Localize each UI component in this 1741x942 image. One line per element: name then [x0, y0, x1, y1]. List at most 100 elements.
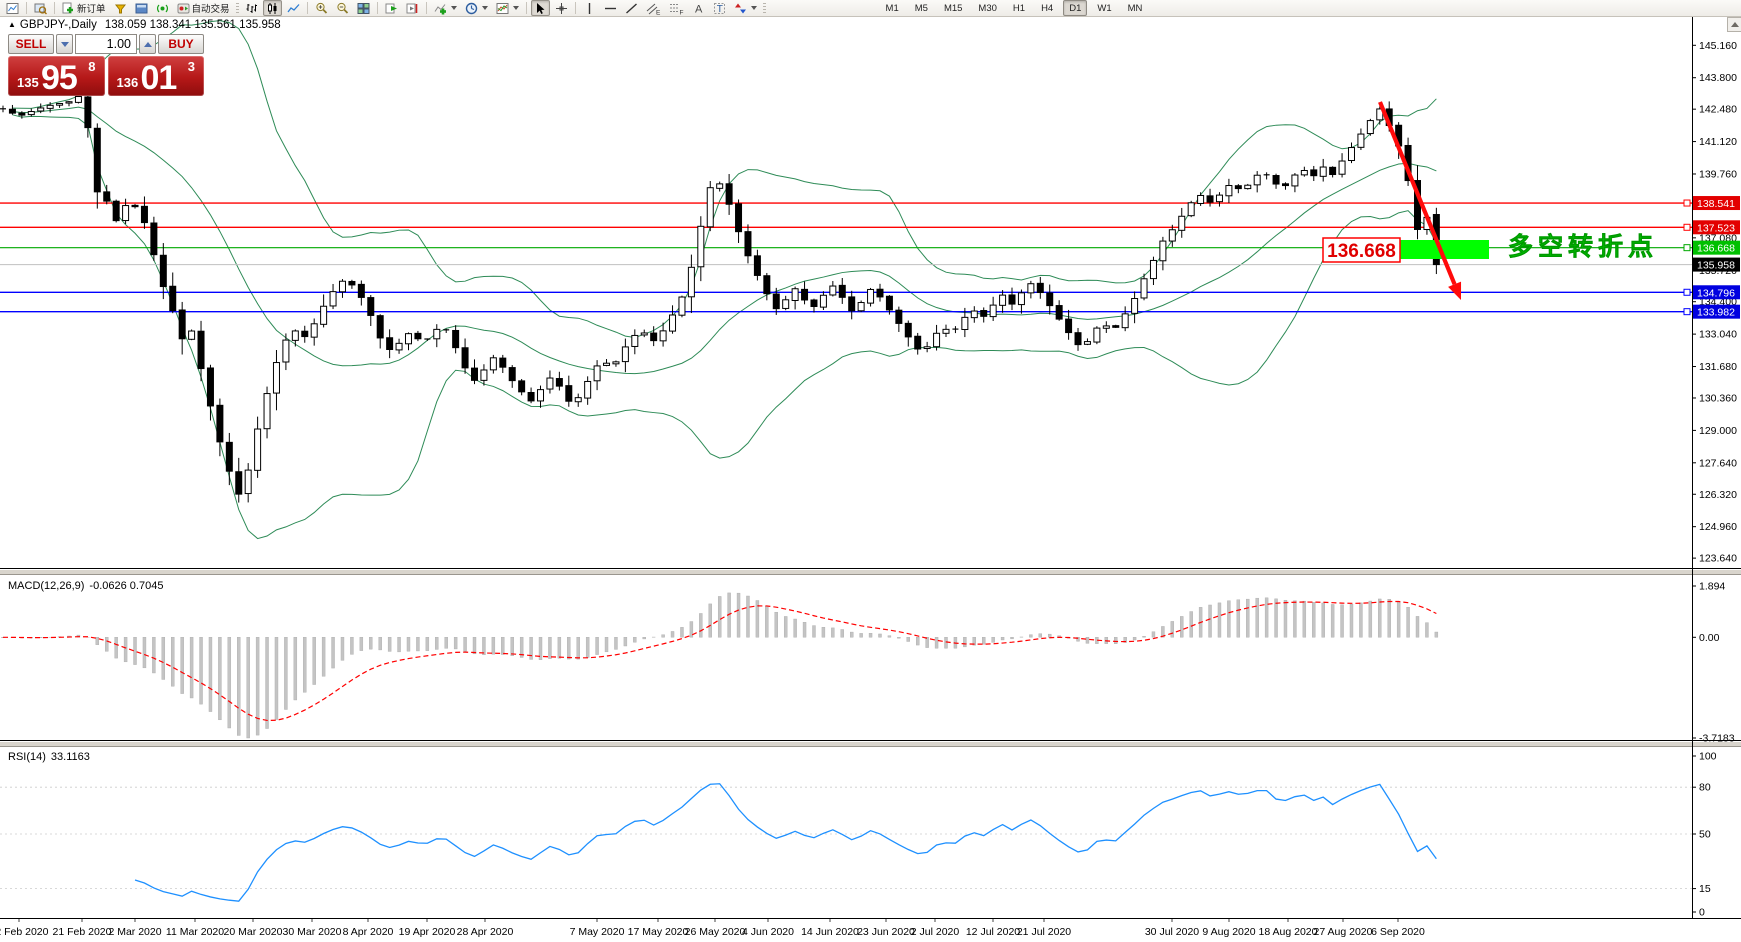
new-chart-button[interactable] [3, 0, 22, 16]
buy-button[interactable]: BUY [158, 34, 204, 54]
candle-down [1330, 167, 1336, 174]
macd-histogram-bar [963, 637, 966, 647]
line-chart-icon[interactable] [284, 0, 303, 16]
crosshair-icon[interactable] [552, 0, 571, 16]
line-anchor-marker[interactable] [1684, 289, 1690, 295]
macd-histogram-bar [1293, 601, 1296, 638]
line-anchor-marker[interactable] [1684, 200, 1690, 206]
collapse-marker-icon[interactable]: ▲ [8, 20, 16, 29]
terminal-icon[interactable] [132, 0, 151, 16]
candle-down [849, 297, 855, 311]
macd-histogram-bar [1350, 604, 1353, 637]
rsi-line [135, 784, 1436, 901]
cursor-icon[interactable] [531, 0, 550, 16]
candle-up [405, 334, 411, 344]
macd-histogram-bar [709, 604, 712, 637]
chart-shift-icon[interactable] [403, 0, 422, 16]
candle-up [189, 331, 195, 339]
date-tick-label: 21 Jul 2020 [1017, 926, 1071, 938]
channel-icon[interactable]: E [643, 0, 664, 16]
fibonacci-icon[interactable]: F [666, 0, 687, 16]
bar-chart-icon[interactable] [242, 0, 261, 16]
periods-icon[interactable] [462, 0, 491, 16]
tile-windows-icon[interactable] [354, 0, 373, 16]
timeframe-h1[interactable]: H1 [1007, 0, 1031, 16]
macd-histogram-bar [596, 637, 599, 654]
candlestick-chart-icon[interactable] [263, 0, 282, 16]
scroll-up-button[interactable] [1727, 17, 1741, 32]
new-order-button[interactable]: 新订单 [59, 0, 109, 16]
sell-price-big: 95 [41, 59, 77, 98]
rsi-pane [0, 784, 1692, 901]
arrows-icon[interactable] [731, 0, 760, 16]
auto-scroll-icon[interactable] [382, 0, 401, 16]
macd-histogram-bar [558, 637, 561, 658]
buy-price-button[interactable]: 136 01 3 [108, 56, 205, 96]
volume-up-button[interactable] [139, 34, 156, 54]
date-tick-label: 4 Jun 2020 [742, 926, 794, 938]
macd-histogram-bar [803, 622, 806, 637]
candle-up [1226, 186, 1232, 196]
timeframe-d1[interactable]: D1 [1063, 0, 1087, 16]
profiles-icon[interactable] [31, 0, 50, 16]
dropdown-caret-icon [451, 6, 457, 10]
candle-up [28, 112, 34, 115]
sell-button[interactable]: SELL [8, 34, 54, 54]
price-axis[interactable]: 145.160143.800142.480141.120139.760138.4… [1692, 40, 1740, 919]
sell-price-button[interactable]: 135 95 8 [8, 56, 105, 96]
zoom-out-icon[interactable] [333, 0, 352, 16]
macd-histogram-bar [1039, 634, 1042, 638]
macd-histogram-bar [1246, 599, 1249, 637]
price-tick-label: 143.800 [1699, 72, 1737, 84]
timeframe-mn[interactable]: MN [1122, 0, 1149, 16]
candle-down [905, 323, 911, 337]
date-tick-label: 6 Sep 2020 [1371, 926, 1425, 938]
candle-down [349, 281, 355, 284]
horizontal-line-icon[interactable] [601, 0, 620, 16]
price-tick-label: 130.360 [1699, 392, 1737, 404]
line-anchor-marker[interactable] [1684, 245, 1690, 251]
templates-icon[interactable] [493, 0, 522, 16]
timeframe-h4[interactable]: H4 [1035, 0, 1059, 16]
volume-down-button[interactable] [56, 34, 73, 54]
timeframe-m15[interactable]: M15 [938, 0, 968, 16]
price-tick-label: 123.640 [1699, 553, 1737, 565]
buy-price-whole: 136 [117, 75, 139, 90]
candle-up [538, 390, 544, 401]
candle-up [292, 331, 298, 340]
text-icon[interactable]: A [689, 0, 708, 16]
candle-down [377, 316, 383, 338]
candle-down [104, 192, 110, 201]
line-anchor-marker[interactable] [1684, 309, 1690, 315]
zoom-in-icon[interactable] [312, 0, 331, 16]
timeframe-w1[interactable]: W1 [1091, 0, 1117, 16]
candle-up [990, 305, 996, 316]
text-label-icon[interactable]: T [710, 0, 729, 16]
signals-icon[interactable] [153, 0, 172, 16]
candle-down [160, 255, 166, 286]
time-axis[interactable]: 12 Feb 202021 Feb 20202 Mar 202011 Mar 2… [0, 919, 1425, 938]
macd-histogram-bar [247, 637, 250, 738]
price-tick-label: 127.640 [1699, 457, 1737, 469]
timeframe-m5[interactable]: M5 [909, 0, 934, 16]
candle-up [330, 292, 336, 306]
line-anchor-marker[interactable] [1684, 224, 1690, 230]
trendline-icon[interactable] [622, 0, 641, 16]
candle-up [283, 340, 289, 362]
macd-histogram-bar [982, 637, 985, 644]
autotrading-button[interactable]: 自动交易 [174, 0, 233, 16]
volume-input[interactable]: 1.00 [75, 34, 137, 54]
macd-histogram-bar [567, 637, 570, 659]
timeframe-m1[interactable]: M1 [880, 0, 905, 16]
macd-histogram-bar [454, 637, 457, 649]
candle-up [660, 331, 666, 341]
macd-histogram-bar [841, 629, 844, 637]
candle-up [245, 470, 251, 493]
chart-area[interactable]: 136.668多空转折点145.160143.800142.480141.120… [0, 0, 1741, 942]
candle-up [632, 335, 638, 346]
history-center-icon[interactable] [111, 0, 130, 16]
indicators-icon[interactable] [431, 0, 460, 16]
macd-histogram-bar [445, 637, 448, 648]
timeframe-m30[interactable]: M30 [972, 0, 1002, 16]
vertical-line-icon[interactable] [580, 0, 599, 16]
